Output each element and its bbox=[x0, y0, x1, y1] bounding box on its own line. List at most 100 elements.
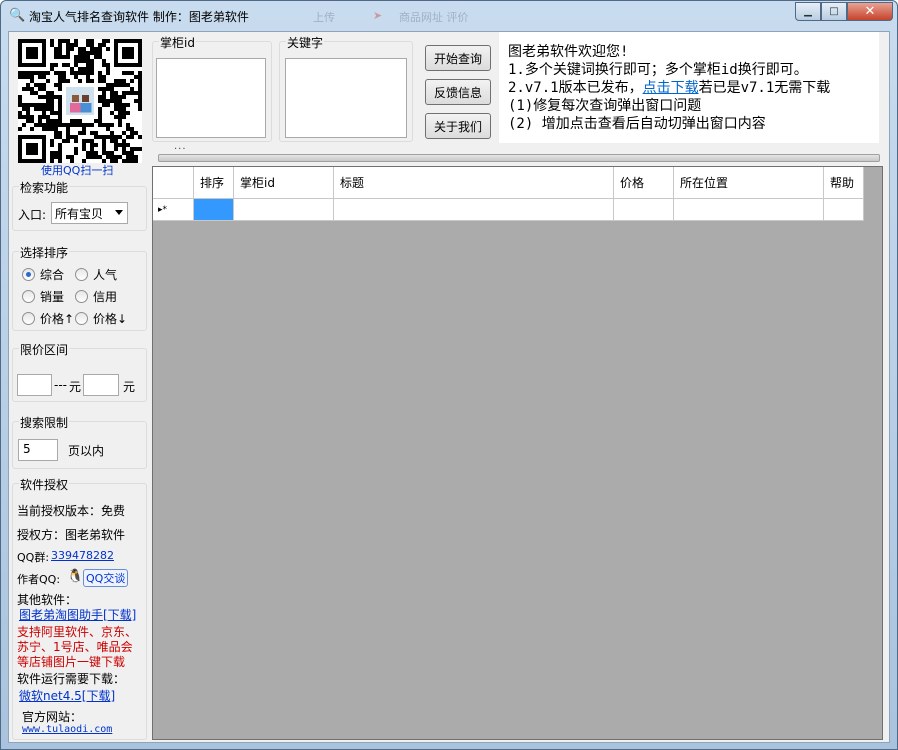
other-software-link[interactable]: 图老弟淘图助手[下载] bbox=[19, 606, 136, 623]
radio-dot bbox=[75, 312, 88, 325]
page-limit-input[interactable]: 5 bbox=[18, 439, 58, 461]
sort-title: 选择排序 bbox=[19, 244, 70, 261]
radio-label: 销量 bbox=[40, 290, 65, 304]
radio-label: 人气 bbox=[93, 268, 118, 282]
runtime-label: 软件运行需要下载： bbox=[17, 672, 126, 686]
price-unit-label: 元 bbox=[123, 380, 136, 394]
row-header-corner bbox=[153, 167, 194, 199]
column-header-help[interactable]: 帮助 bbox=[824, 167, 864, 199]
grid-header: 排序 掌柜id 标题 价格 所在位置 帮助 bbox=[153, 167, 864, 199]
radio-label: 价格↑ bbox=[40, 312, 75, 326]
radio-dot bbox=[22, 290, 35, 303]
keyword-label: 关键字 bbox=[286, 34, 325, 51]
close-icon: ✕ bbox=[864, 4, 876, 19]
column-header-rank[interactable]: 排序 bbox=[194, 167, 234, 199]
welcome-line: (2) 增加点击查看后自动切弹出窗口内容 bbox=[508, 116, 766, 132]
minimize-button[interactable]: ▁ bbox=[795, 2, 821, 21]
price-range-title: 限价区间 bbox=[19, 341, 70, 358]
page-limit-suffix: 页以内 bbox=[68, 444, 105, 458]
license-title: 软件授权 bbox=[19, 476, 70, 493]
column-header-price[interactable]: 价格 bbox=[614, 167, 674, 199]
seller-id-textarea[interactable] bbox=[156, 58, 266, 138]
radio-dot bbox=[22, 312, 35, 325]
price-min-input[interactable] bbox=[17, 374, 52, 396]
radio-dot bbox=[75, 290, 88, 303]
maximize-icon: □ bbox=[829, 6, 839, 17]
column-header-seller-id[interactable]: 掌柜id bbox=[234, 167, 334, 199]
table-cell[interactable] bbox=[334, 199, 614, 221]
keyword-textarea[interactable] bbox=[285, 58, 407, 138]
qq-group-label: QQ群: bbox=[17, 551, 50, 564]
radio-label: 综合 bbox=[40, 268, 65, 282]
welcome-line: 2.v7.1版本已发布，点击下载若已是v7.1无需下载 bbox=[508, 79, 879, 97]
site-link[interactable]: www.tulaodi.com bbox=[22, 724, 112, 735]
radio-label: 信用 bbox=[93, 290, 118, 304]
ghost-label: 商品网址 评价 bbox=[399, 11, 469, 24]
qr-code-image bbox=[18, 39, 142, 163]
author-qq-label: 作者QQ: bbox=[17, 573, 61, 586]
splitter-bar[interactable] bbox=[158, 154, 880, 162]
qr-caption: 使用QQ扫一扫 bbox=[41, 164, 114, 177]
seller-id-label: 掌柜id bbox=[159, 34, 196, 51]
license-grantor: 授权方：图老弟软件 bbox=[17, 528, 126, 542]
keyword-group: 关键字 bbox=[279, 34, 413, 142]
ghost-arrow-icon: ➤ bbox=[373, 9, 383, 22]
title-bar[interactable]: 🔍 淘宝人气排名查询软件 制作：图老弟软件 上传 ➤ 商品网址 评价 ▁ □ ✕ bbox=[1, 1, 897, 31]
new-row-marker: ▸* bbox=[153, 199, 194, 221]
column-header-location[interactable]: 所在位置 bbox=[674, 167, 824, 199]
magnifier-icon: 🔍 bbox=[9, 8, 26, 23]
table-cell[interactable] bbox=[194, 199, 234, 221]
search-limit-title: 搜索限制 bbox=[19, 414, 70, 431]
table-cell[interactable] bbox=[614, 199, 674, 221]
seller-id-group: 掌柜id bbox=[152, 34, 272, 142]
chevron-down-icon bbox=[115, 210, 123, 215]
window-title: 淘宝人气排名查询软件 制作：图老弟软件 bbox=[29, 10, 249, 24]
start-search-button[interactable]: 开始查询 bbox=[425, 45, 491, 71]
feedback-button[interactable]: 反馈信息 bbox=[425, 79, 491, 105]
entry-dropdown[interactable]: 所有宝贝 bbox=[51, 202, 128, 224]
table-cell[interactable] bbox=[234, 199, 334, 221]
sort-radio-sales[interactable]: 销量 bbox=[22, 288, 64, 305]
minimize-icon: ▁ bbox=[804, 6, 812, 17]
download-link[interactable]: 点击下载 bbox=[643, 80, 699, 96]
client-area: 使用QQ扫一扫 掌柜id 关键字 ... 开始查询 反馈信息 关于我们 图老弟软… bbox=[8, 31, 890, 743]
entry-dropdown-value: 所有宝贝 bbox=[55, 207, 104, 221]
ghost-label: 上传 bbox=[313, 11, 335, 24]
maximize-button[interactable]: □ bbox=[821, 2, 847, 21]
sort-radio-credit[interactable]: 信用 bbox=[75, 288, 117, 305]
runtime-link[interactable]: 微软net4.5[下载] bbox=[19, 687, 115, 704]
welcome-line: 1.多个关键词换行即可；多个掌柜id换行即可。 bbox=[508, 62, 808, 78]
penguin-icon: 🐧 bbox=[67, 569, 84, 584]
radio-dot bbox=[75, 268, 88, 281]
entry-label: 入口: bbox=[18, 208, 47, 222]
welcome-text: 若已是v7.1无需下载 bbox=[698, 80, 831, 96]
results-grid[interactable]: 排序 掌柜id 标题 价格 所在位置 帮助 ▸* bbox=[152, 166, 883, 740]
sort-radio-popularity[interactable]: 人气 bbox=[75, 266, 117, 283]
table-cell[interactable] bbox=[674, 199, 824, 221]
welcome-panel: 图老弟软件欢迎您! 1.多个关键词换行即可；多个掌柜id换行即可。 2.v7.1… bbox=[499, 32, 879, 143]
radio-dot bbox=[22, 268, 35, 281]
sort-radio-price-desc[interactable]: 价格↓ bbox=[75, 310, 127, 327]
close-button[interactable]: ✕ bbox=[847, 2, 893, 21]
sort-radio-price-asc[interactable]: 价格↑ bbox=[22, 310, 74, 327]
welcome-line: 图老弟软件欢迎您! bbox=[508, 44, 629, 60]
price-separator: --- bbox=[54, 378, 67, 392]
promo-line: 等店铺图片一键下载 bbox=[17, 655, 126, 669]
more-dots: ... bbox=[174, 141, 187, 152]
price-max-input[interactable] bbox=[83, 374, 119, 396]
welcome-line: (1)修复每次查询弹出窗口问题 bbox=[508, 98, 702, 114]
sort-radio-comprehensive[interactable]: 综合 bbox=[22, 266, 64, 283]
table-row[interactable]: ▸* bbox=[153, 199, 864, 221]
search-function-title: 检索功能 bbox=[19, 179, 70, 196]
main-window: 🔍 淘宝人气排名查询软件 制作：图老弟软件 上传 ➤ 商品网址 评价 ▁ □ ✕… bbox=[0, 0, 898, 750]
column-header-title[interactable]: 标题 bbox=[334, 167, 614, 199]
radio-label: 价格↓ bbox=[93, 312, 128, 326]
price-unit-label: 元 bbox=[69, 380, 82, 394]
qq-chat-button[interactable]: QQ交谈 bbox=[83, 569, 129, 587]
license-version: 当前授权版本：免费 bbox=[17, 504, 126, 518]
table-cell[interactable] bbox=[824, 199, 864, 221]
welcome-text: 2.v7.1版本已发布， bbox=[508, 80, 643, 96]
about-us-button[interactable]: 关于我们 bbox=[425, 113, 491, 139]
qq-group-link[interactable]: 339478282 bbox=[51, 549, 114, 562]
site-label: 官方网站： bbox=[22, 710, 83, 724]
